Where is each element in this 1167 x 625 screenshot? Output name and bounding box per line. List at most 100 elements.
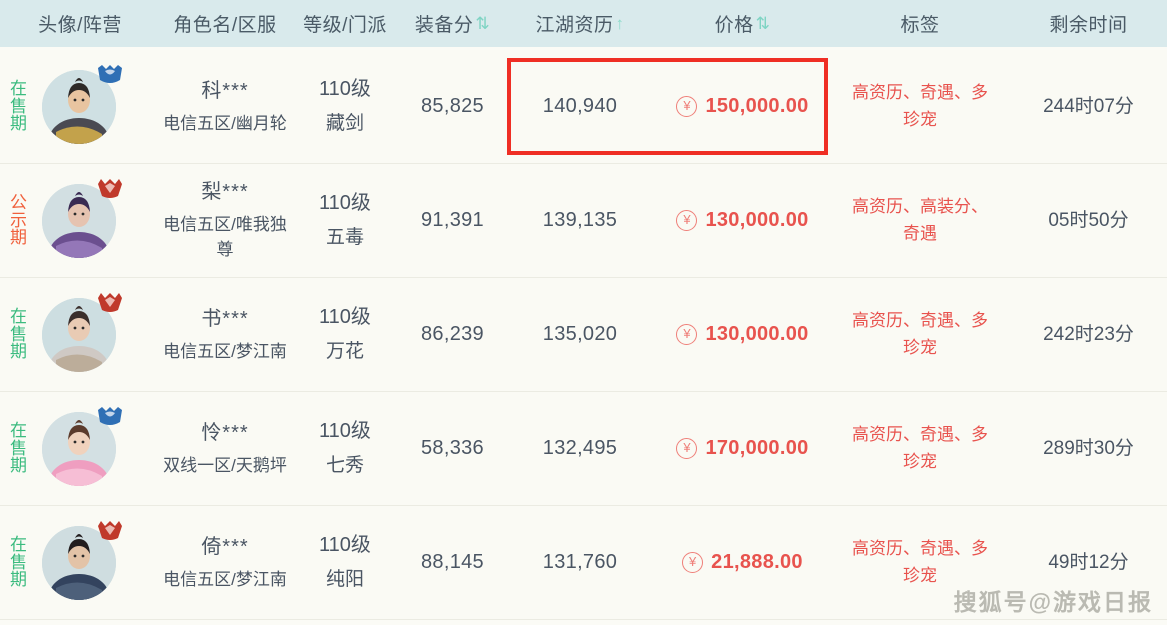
cell-level-school: 110级 五毒 [290, 164, 400, 277]
avatar-wrapper[interactable] [42, 520, 122, 600]
cell-price: ¥ 150,000.00 [655, 50, 830, 163]
cell-character-name[interactable]: 科*** 电信五区/幽月轮 [160, 50, 290, 163]
character-school: 纯阳 [325, 569, 364, 591]
server-name: 双线一区/天鹅坪 [163, 455, 287, 475]
experience-value: 131,760 [542, 551, 618, 573]
sort-toggle-icon[interactable]: ⇅ [756, 15, 771, 32]
time-left-value: 244时07分 [1043, 95, 1134, 117]
tag-list: 高资历、奇遇、多珍宠 [852, 311, 988, 357]
cell-level-school: 110级 万花 [290, 278, 400, 391]
cell-time-left: 289时30分 [1010, 392, 1167, 505]
cell-character-name[interactable]: 倚*** 电信五区/梦江南 [160, 506, 290, 619]
column-header-name[interactable]: 角色名/区服 [160, 0, 290, 47]
character-name: 梨*** [201, 181, 249, 204]
experience-value: 140,940 [542, 95, 618, 117]
cell-gear-score: 58,336 [400, 392, 505, 505]
experience-value: 139,135 [542, 209, 618, 231]
gear-score-value: 88,145 [421, 551, 484, 573]
column-header-gear-score[interactable]: 装备分 ⇅ [400, 0, 505, 47]
character-name: 倚*** [201, 535, 249, 558]
avatar-wrapper[interactable] [42, 178, 122, 258]
cell-experience: 132,495 [505, 392, 655, 505]
account-listing-page: 头像/阵营 角色名/区服 等级/门派 装备分 ⇅ 江湖资历 ↑ 价格 ⇅ 标签 剩余时… [0, 0, 1167, 625]
column-header-level-label: 等级/门派 [303, 15, 387, 36]
column-header-avatar-label: 头像/阵营 [38, 15, 122, 36]
column-header-experience[interactable]: 江湖资历 ↑ [505, 0, 655, 47]
status-badge: 在售期 [10, 534, 28, 590]
status-badge: 在售期 [10, 420, 28, 476]
sort-ascending-icon[interactable]: ↑ [616, 15, 625, 32]
yen-icon: ¥ [682, 552, 704, 573]
cell-avatar: 在售期 [0, 278, 160, 391]
yen-icon: ¥ [676, 438, 698, 459]
table-header-row: 头像/阵营 角色名/区服 等级/门派 装备分 ⇅ 江湖资历 ↑ 价格 ⇅ 标签 剩余时… [0, 0, 1167, 50]
watermark: 搜狐号@游戏日报 [953, 589, 1153, 615]
cell-tags: 高资历、奇遇、多珍宠 [830, 278, 1010, 391]
column-header-gear-score-label: 装备分 [414, 15, 474, 36]
experience-value: 132,495 [542, 437, 618, 459]
column-header-time-left-label: 剩余时间 [1049, 15, 1128, 36]
cell-avatar: 在售期 [0, 506, 160, 619]
yen-icon: ¥ [676, 96, 698, 117]
gear-score-value: 85,825 [421, 95, 484, 117]
column-header-tags[interactable]: 标签 [830, 0, 1010, 47]
character-level: 110级 [319, 192, 371, 215]
price-value: 130,000.00 [705, 323, 809, 345]
status-badge: 在售期 [10, 78, 28, 134]
character-level: 110级 [319, 78, 371, 101]
character-name: 科*** [201, 79, 249, 102]
time-left-value: 05时50分 [1048, 209, 1129, 231]
cell-tags: 高资历、奇遇、多珍宠 [830, 50, 1010, 163]
table-row[interactable]: 公示期 梨*** 电信五区/唯我独尊 110级 五毒 91,391 139,13… [0, 164, 1167, 278]
time-left-value: 49时12分 [1048, 551, 1129, 573]
table-row[interactable]: 在售期 怜*** 双线一区/天鹅坪 110级 七秀 58,336 132,495… [0, 392, 1167, 506]
cell-gear-score: 86,239 [400, 278, 505, 391]
column-header-name-label: 角色名/区服 [173, 15, 277, 36]
character-level: 110级 [319, 306, 371, 329]
price-value: 21,888.00 [711, 551, 803, 573]
cell-time-left: 244时07分 [1010, 50, 1167, 163]
cell-character-name[interactable]: 书*** 电信五区/梦江南 [160, 278, 290, 391]
gear-score-value: 86,239 [421, 323, 484, 345]
gear-score-value: 58,336 [421, 437, 484, 459]
column-header-level[interactable]: 等级/门派 [290, 0, 400, 47]
cell-character-name[interactable]: 梨*** 电信五区/唯我独尊 [160, 164, 290, 277]
cell-level-school: 110级 七秀 [290, 392, 400, 505]
cell-avatar: 在售期 [0, 392, 160, 505]
cell-avatar: 公示期 [0, 164, 160, 277]
server-name: 电信五区/幽月轮 [163, 113, 287, 133]
cell-price: ¥ 130,000.00 [655, 164, 830, 277]
eren-faction-icon [96, 520, 124, 542]
yen-icon: ¥ [676, 210, 698, 231]
column-header-price-label: 价格 [714, 15, 754, 36]
table-row[interactable]: 在售期 科*** 电信五区/幽月轮 110级 藏剑 85,825 140,940… [0, 50, 1167, 164]
column-header-time-left[interactable]: 剩余时间 [1010, 0, 1167, 47]
cell-time-left: 242时23分 [1010, 278, 1167, 391]
time-left-value: 242时23分 [1043, 323, 1134, 345]
cell-gear-score: 85,825 [400, 50, 505, 163]
sort-toggle-icon[interactable]: ⇅ [475, 15, 490, 32]
cell-experience: 131,760 [505, 506, 655, 619]
tag-list: 高资历、奇遇、多珍宠 [852, 83, 988, 129]
character-school: 万花 [325, 341, 364, 363]
cell-tags: 高资历、高装分、奇遇 [830, 164, 1010, 277]
tag-list: 高资历、奇遇、多珍宠 [852, 425, 988, 471]
status-badge: 在售期 [10, 306, 28, 362]
status-badge: 公示期 [10, 192, 28, 248]
cell-gear-score: 88,145 [400, 506, 505, 619]
column-header-price[interactable]: 价格 ⇅ [655, 0, 830, 47]
column-header-avatar[interactable]: 头像/阵营 [0, 0, 160, 47]
tag-list: 高资历、奇遇、多珍宠 [852, 539, 988, 585]
eren-faction-icon [96, 292, 124, 314]
cell-character-name[interactable]: 怜*** 双线一区/天鹅坪 [160, 392, 290, 505]
cell-level-school: 110级 藏剑 [290, 50, 400, 163]
avatar-wrapper[interactable] [42, 64, 122, 144]
yen-icon: ¥ [676, 324, 698, 345]
price-value: 150,000.00 [705, 95, 809, 117]
avatar-wrapper[interactable] [42, 406, 122, 486]
server-name: 电信五区/梦江南 [163, 569, 287, 589]
avatar-wrapper[interactable] [42, 292, 122, 372]
table-row[interactable]: 在售期 书*** 电信五区/梦江南 110级 万花 86,239 135,020… [0, 278, 1167, 392]
tag-list: 高资历、高装分、奇遇 [852, 197, 988, 243]
cell-price: ¥ 130,000.00 [655, 278, 830, 391]
